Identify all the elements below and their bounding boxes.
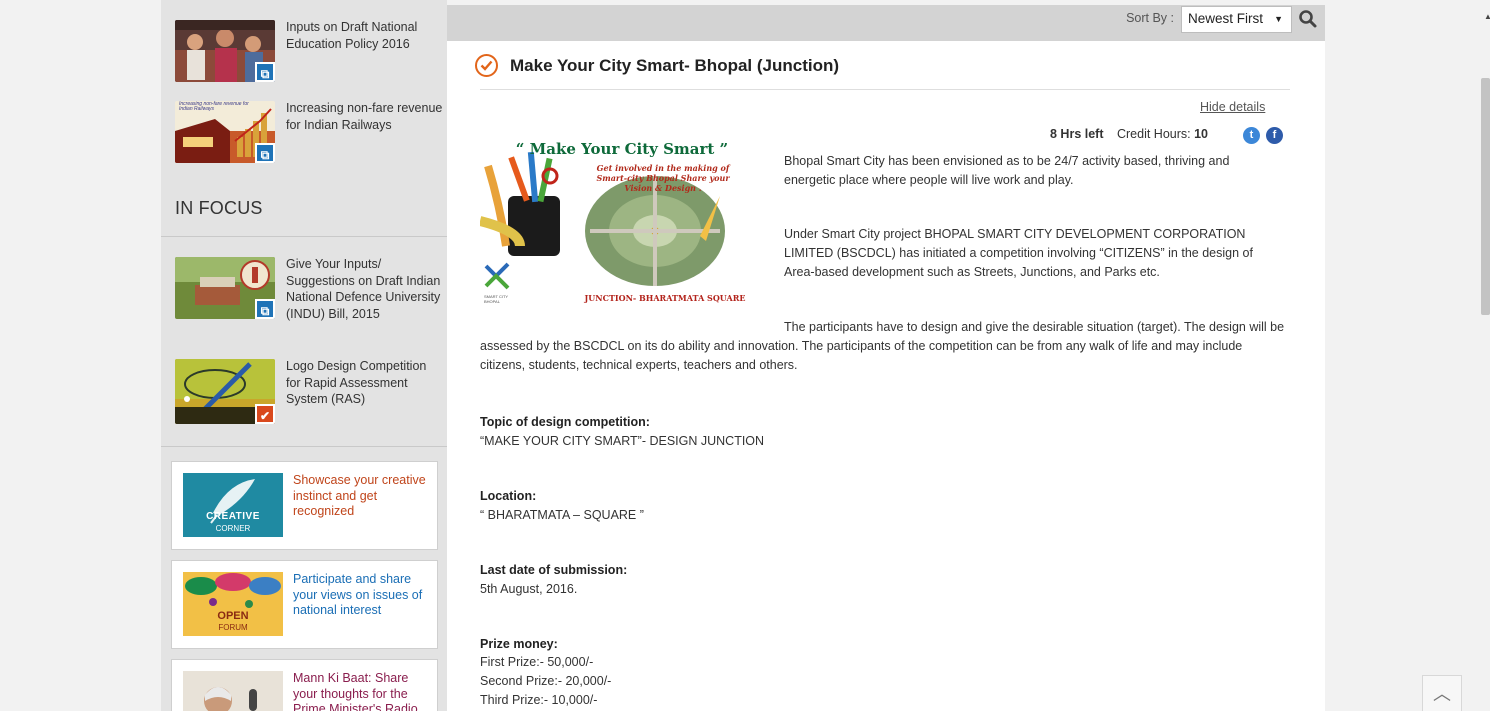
scrollbar-thumb[interactable]	[1481, 78, 1490, 315]
promo-logo-text: OPEN	[217, 610, 249, 622]
promo-label[interactable]: Showcase your creative instinct and get …	[293, 473, 429, 520]
sidebar-item-label[interactable]: Increasing non-fare revenue for Indian R…	[286, 100, 444, 133]
promo-label[interactable]: Participate and share your views on issu…	[293, 572, 429, 619]
promo-creative-corner[interactable]: CREATIVE CORNER Showcase your creative i…	[171, 461, 438, 550]
checkmark-icon: ✔	[255, 404, 275, 424]
task-meta: 8 Hrs left Credit Hours: 10	[1050, 127, 1208, 141]
task-detail-panel: Make Your City Smart- Bhopal (Junction) …	[447, 41, 1325, 711]
creative-corner-logo: CREATIVE CORNER	[183, 473, 283, 537]
promo-label[interactable]: Mann Ki Baat: Share your thoughts for th…	[293, 671, 429, 711]
search-button[interactable]	[1298, 9, 1318, 29]
sidebar: ⧉ Inputs on Draft National Education Pol…	[161, 0, 447, 711]
promo-open-forum[interactable]: OPEN FORUM Participate and share your vi…	[171, 560, 438, 649]
education-policy-thumbnail[interactable]: ⧉	[175, 20, 275, 82]
smart-city-logo-text: SMART CITY BHOPAL	[484, 294, 509, 304]
sidebar-item-railways[interactable]: Increasing non-fare revenue for Indian R…	[175, 101, 445, 171]
check-circle-icon	[475, 54, 498, 77]
back-to-top-button[interactable]: ︿	[1422, 675, 1462, 711]
description-paragraph: The participants have to design and give…	[480, 320, 1285, 372]
logo-design-thumbnail[interactable]: ✔	[175, 359, 275, 424]
description-paragraph: Bhopal Smart City has been envisioned as…	[784, 154, 1230, 187]
task-title[interactable]: Make Your City Smart- Bhopal (Junction)	[510, 56, 839, 76]
divider	[480, 89, 1290, 90]
sort-selected-value: Newest First	[1188, 11, 1264, 26]
facebook-share-icon[interactable]: f	[1266, 127, 1283, 144]
thumbnail-caption: Increasing non-fare revenue for Indian R…	[179, 101, 249, 112]
twitter-share-icon[interactable]: t	[1243, 127, 1260, 144]
poster-junction-label: JUNCTION- BHARATMATA SQUARE	[584, 293, 746, 303]
poster-subtitle: Get involved in the making of Smart-city…	[596, 163, 730, 193]
topic-label: Topic of design competition:	[480, 415, 650, 429]
sidebar-item-label[interactable]: Logo Design Competition for Rapid Assess…	[286, 358, 444, 408]
competition-poster: “ Make Your City Smart ” Get involved in…	[480, 136, 764, 311]
scroll-up-arrow-icon[interactable]: ▲	[1484, 12, 1490, 21]
location-value: “ BHARATMATA – SQUARE ”	[480, 508, 644, 522]
sort-label: Sort By :	[1126, 11, 1174, 25]
open-forum-logo: OPEN FORUM	[183, 572, 283, 636]
divider	[161, 236, 447, 237]
prize-second: Second Prize:- 20,000/-	[480, 674, 612, 688]
location-label: Location:	[480, 489, 537, 503]
sidebar-item-label[interactable]: Inputs on Draft National Education Polic…	[286, 19, 444, 52]
sort-toolbar: Sort By : Newest First ▼	[447, 5, 1325, 41]
last-date-value: 5th August, 2016.	[480, 582, 578, 596]
sidebar-item-defence-university[interactable]: ⧉ Give Your Inputs/ Suggestions on Draft…	[175, 257, 445, 327]
search-icon	[1299, 10, 1317, 28]
sidebar-item-label[interactable]: Give Your Inputs/ Suggestions on Draft I…	[286, 256, 444, 322]
credit-hours-value: 10	[1194, 127, 1209, 141]
sidebar-item-logo-design[interactable]: ✔ Logo Design Competition for Rapid Asse…	[175, 359, 445, 429]
credit-hours-label: Credit Hours:	[1116, 127, 1191, 141]
sidebar-item-education-policy[interactable]: ⧉ Inputs on Draft National Education Pol…	[175, 20, 445, 90]
description-paragraph: Under Smart City project BHOPAL SMART CI…	[784, 227, 1253, 279]
sort-select[interactable]: Newest First ▼	[1181, 6, 1292, 33]
promo-logo-text: CREATIVE	[206, 511, 260, 522]
hide-details-link[interactable]: Hide details	[1200, 100, 1265, 114]
time-left: 8 Hrs left	[1050, 127, 1104, 141]
prize-third: Third Prize:- 10,000/-	[480, 693, 598, 707]
prize-money-label: Prize money:	[480, 637, 558, 651]
prize-first: First Prize:- 50,000/-	[480, 655, 594, 669]
railways-thumbnail[interactable]: Increasing non-fare revenue for Indian R…	[175, 101, 275, 163]
gallery-icon: ⧉	[255, 62, 275, 82]
promo-logo-subtext: CORNER	[215, 524, 251, 533]
gallery-icon: ⧉	[255, 143, 275, 163]
topic-value: “MAKE YOUR CITY SMART”- DESIGN JUNCTION	[480, 434, 765, 448]
last-date-label: Last date of submission:	[480, 563, 628, 577]
chevron-up-icon: ︿	[1433, 684, 1451, 704]
dropdown-arrow-icon: ▼	[1274, 14, 1283, 24]
mann-ki-baat-image	[183, 671, 283, 711]
divider	[161, 446, 447, 447]
poster-title: “ Make Your City Smart ”	[515, 140, 729, 158]
promo-mann-ki-baat[interactable]: Mann Ki Baat: Share your thoughts for th…	[171, 659, 438, 711]
in-focus-heading: IN FOCUS	[175, 198, 263, 218]
gallery-icon: ⧉	[255, 299, 275, 319]
defence-university-thumbnail[interactable]: ⧉	[175, 257, 275, 319]
promo-logo-subtext: FORUM	[218, 623, 248, 632]
